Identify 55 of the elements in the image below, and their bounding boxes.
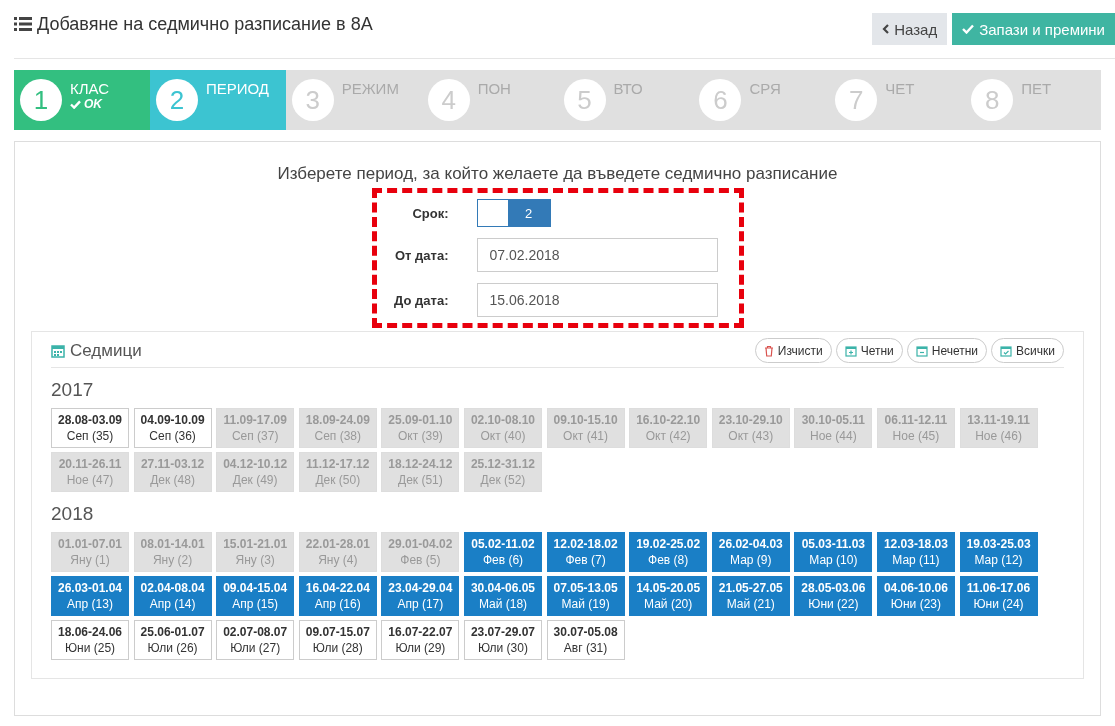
calendar-icon — [1000, 344, 1013, 357]
calendar-icon — [915, 344, 928, 357]
week-button[interactable]: 28.08-03.09 Сеп (35) — [51, 408, 129, 448]
filter-button[interactable]: Нечетни — [906, 338, 988, 363]
week-button[interactable]: 02.04-08.04 Апр (14) — [133, 576, 212, 616]
week-button[interactable]: 09.04-15.04 Апр (15) — [216, 576, 295, 616]
week-button[interactable]: 04.09-10.09 Сеп (36) — [133, 408, 212, 448]
week-button[interactable]: 07.05-13.05 Май (19) — [546, 576, 625, 616]
week-button[interactable]: 23.04-29.04 Апр (17) — [381, 576, 460, 616]
week-button[interactable]: 12.02-18.02 Фев (7) — [546, 532, 625, 572]
week-button[interactable]: 11.06-17.06 Юни (24) — [959, 576, 1038, 616]
week-button[interactable]: 21.05-27.05 Май (21) — [711, 576, 790, 616]
field-label: До дата: — [393, 292, 449, 308]
week-button[interactable]: 04.06-10.06 Юни (23) — [876, 576, 955, 616]
week-button[interactable]: 30.04-06.05 Май (18) — [463, 576, 542, 616]
save-button[interactable]: Запази и премини — [952, 13, 1115, 45]
page-title: Добавяне на седмично разписание в 8А — [37, 13, 373, 35]
week-button[interactable]: 19.02-25.02 Фев (8) — [629, 532, 708, 572]
filter-button[interactable]: Четни — [835, 338, 903, 363]
date-input-field[interactable]: 15.06.2018 — [476, 283, 718, 317]
week-button[interactable]: 16.07-22.07 Юли (29) — [381, 620, 460, 660]
week-button[interactable]: 14.05-20.05 Май (20) — [629, 576, 708, 616]
week-button[interactable]: 12.03-18.03 Мар (11) — [876, 532, 955, 572]
field-label: Срок: — [411, 205, 449, 221]
week-button[interactable]: 09.07-15.07 Юли (28) — [298, 620, 377, 660]
week-button[interactable]: 28.05-03.06 Юни (22) — [794, 576, 873, 616]
week-button[interactable]: 02.07-08.07 Юли (27) — [216, 620, 295, 660]
year-heading: 2018 — [51, 503, 95, 525]
week-button[interactable]: 19.03-25.03 Мар (12) — [959, 532, 1038, 572]
week-button[interactable]: 05.03-11.03 Мар (10) — [794, 532, 873, 572]
back-button[interactable]: Назад — [872, 13, 948, 45]
weeks-title: Седмици — [70, 340, 142, 361]
term-toggle[interactable]: 2 — [476, 199, 551, 227]
check-icon — [70, 99, 81, 109]
list-icon — [14, 17, 32, 31]
filter-button[interactable]: Изчисти — [754, 338, 832, 363]
year-heading: 2017 — [51, 379, 95, 401]
calendar-icon — [51, 343, 65, 358]
week-button[interactable]: 23.07-29.07 Юли (30) — [463, 620, 542, 660]
date-input-field[interactable]: 07.02.2018 — [476, 238, 718, 272]
week-button[interactable]: 16.04-22.04 Апр (16) — [298, 576, 377, 616]
week-button[interactable]: 26.03-01.04 Апр (13) — [51, 576, 129, 616]
instruction-text: Изберете период, за който желаете да въведете седмично разписание — [276, 164, 839, 184]
week-button[interactable]: 18.06-24.06 Юни (25) — [51, 620, 129, 660]
check-icon — [962, 24, 975, 34]
calendar-icon — [844, 344, 857, 357]
filter-button[interactable]: Всички — [991, 338, 1064, 363]
chevron-left-icon — [882, 24, 890, 34]
week-button[interactable]: 05.02-11.02 Фев (6) — [463, 532, 542, 572]
week-button[interactable]: 26.02-04.03 Мар (9) — [711, 532, 790, 572]
week-button[interactable]: 30.07-05.08 Авг (31) — [546, 620, 625, 660]
trash-icon — [763, 344, 774, 357]
week-button[interactable]: 25.06-01.07 Юли (26) — [133, 620, 212, 660]
wizard-step[interactable]: 1 КЛАС OK — [14, 70, 150, 130]
field-label: От дата: — [394, 247, 449, 263]
